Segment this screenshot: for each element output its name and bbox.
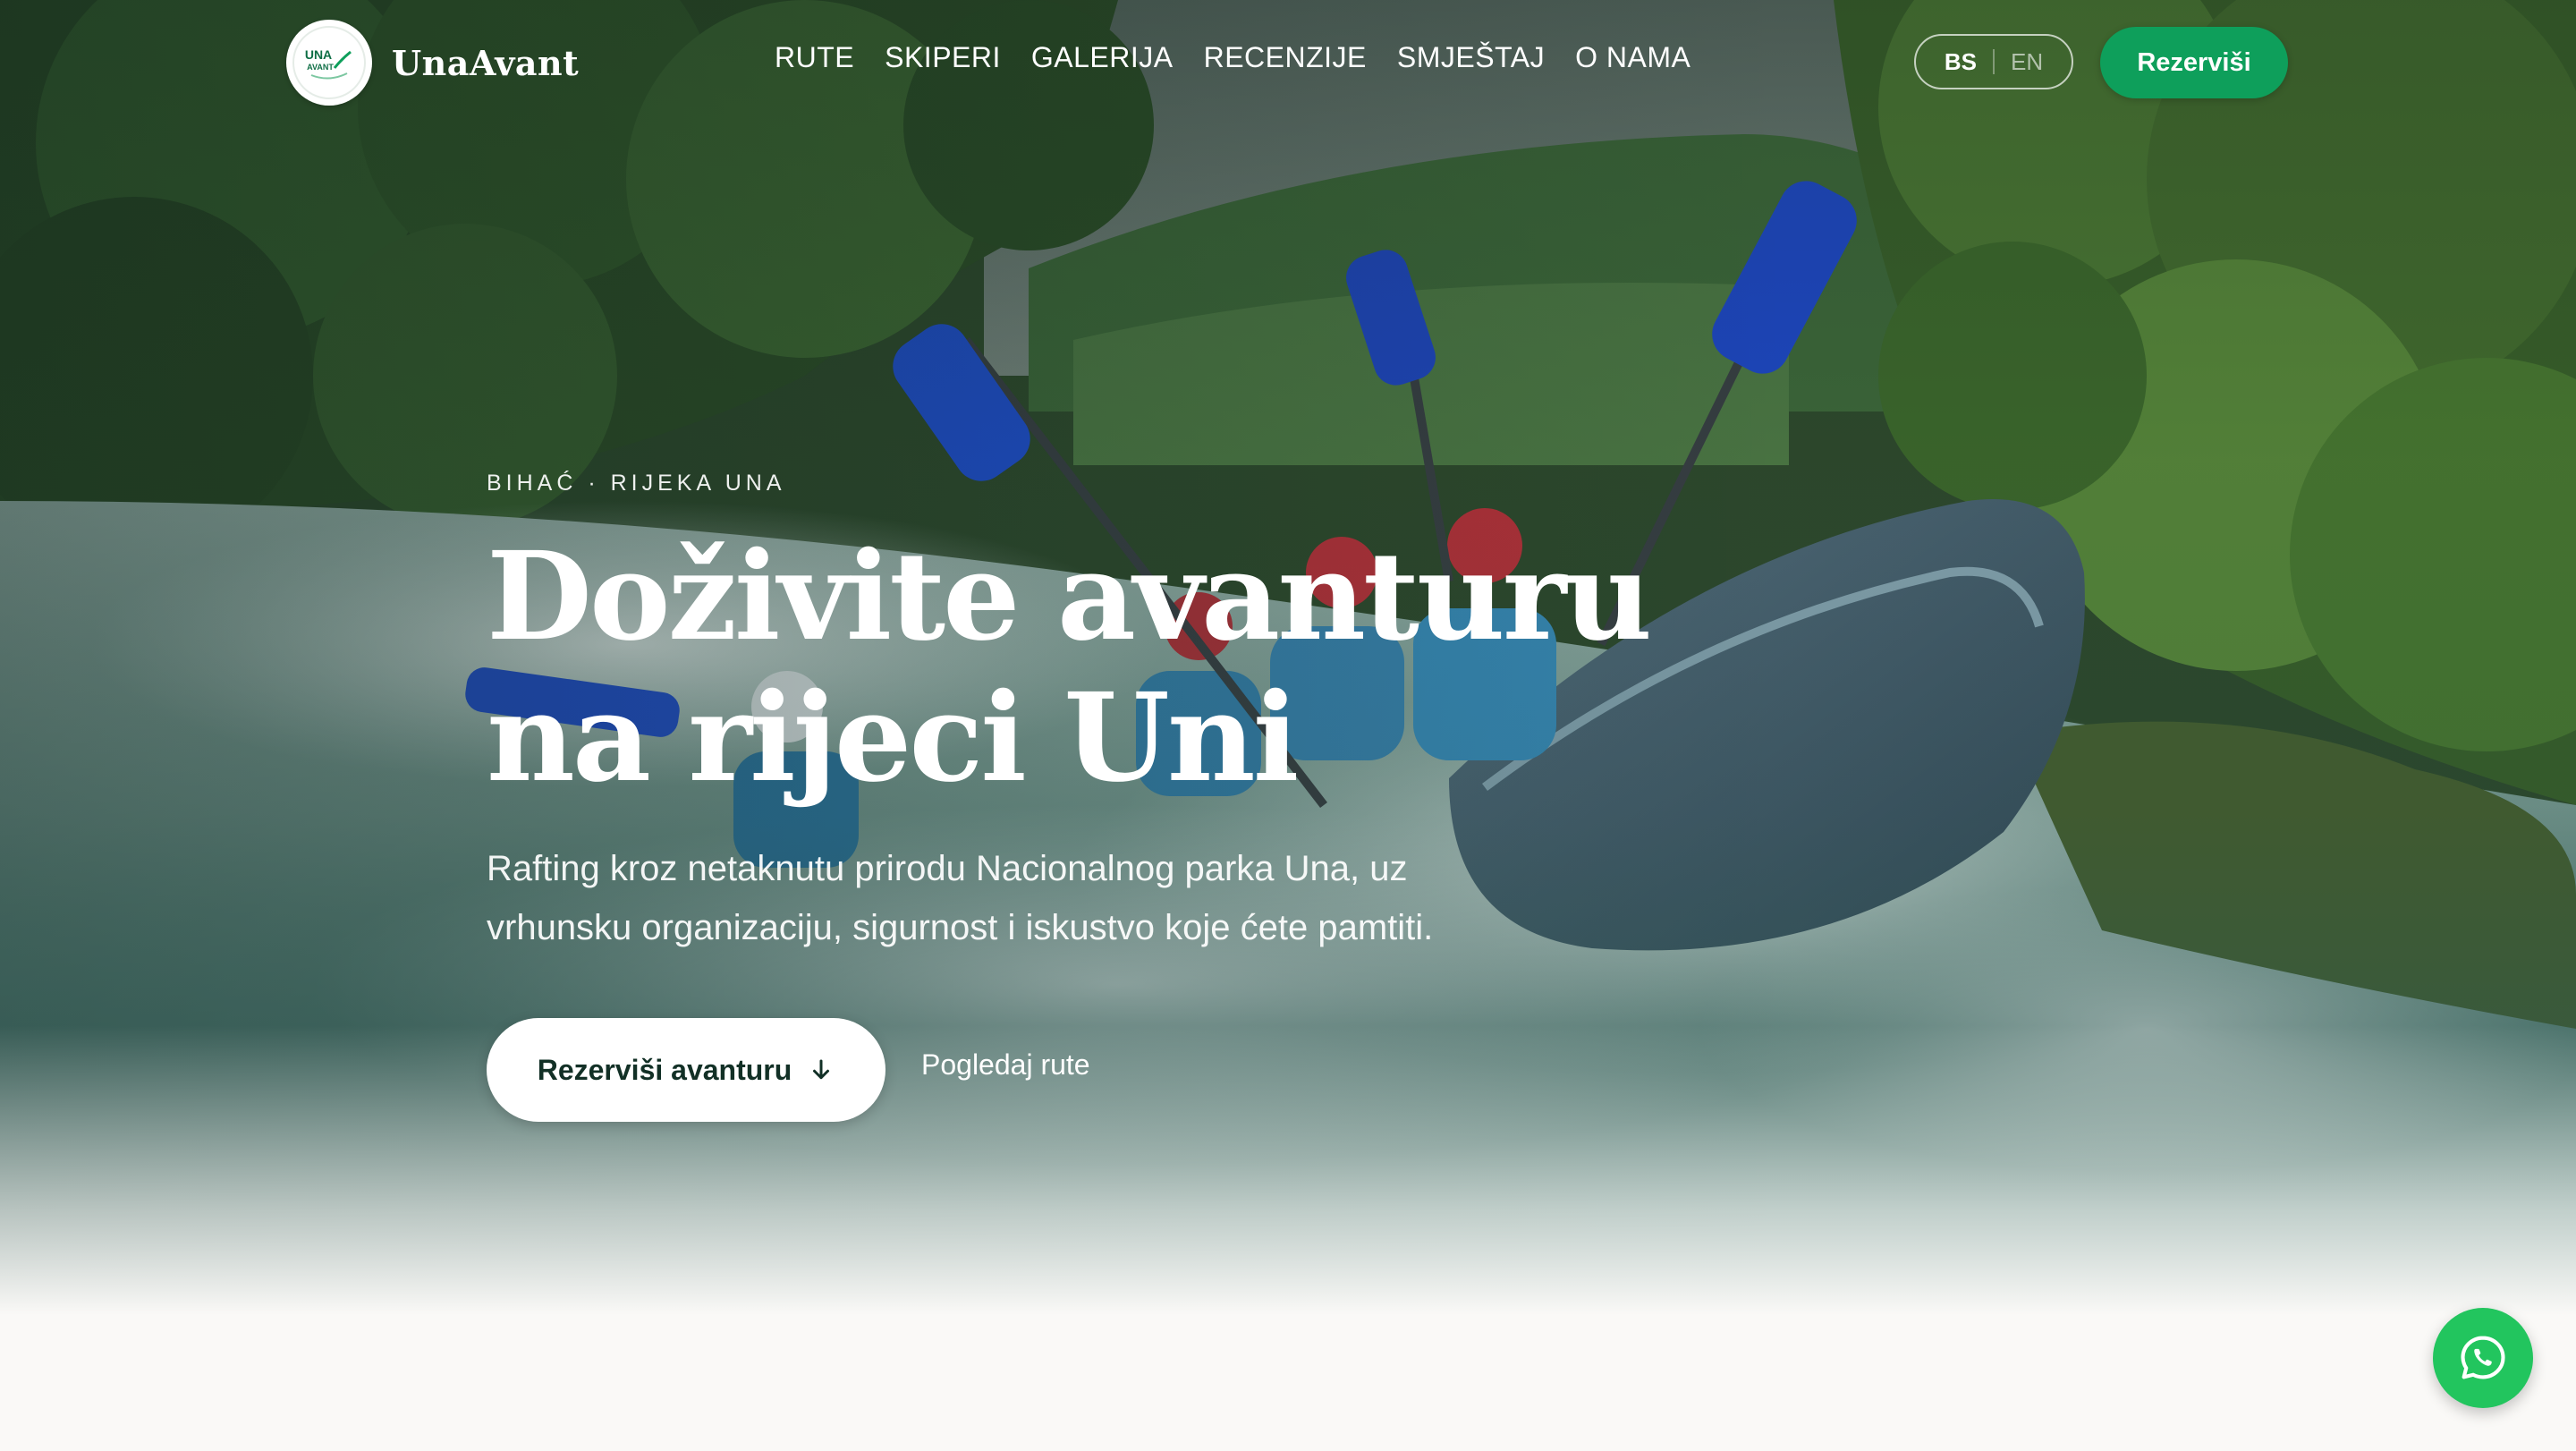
hero-title-line2: na rijeci Uni: [487, 666, 1299, 810]
logo-badge-line2: AVANT: [307, 63, 334, 72]
whatsapp-icon: [2461, 1336, 2505, 1379]
main-nav: RUTE SKIPERI GALERIJA RECENZIJE SMJEŠTAJ…: [775, 41, 1690, 74]
hero-title-line1: Doživite avanturu: [487, 525, 1652, 668]
language-switcher: BS EN: [1914, 34, 2073, 89]
nav-link-o-nama[interactable]: O NAMA: [1575, 41, 1690, 74]
nav-link-rute[interactable]: RUTE: [775, 41, 854, 74]
hero-title: Doživite avanturu na rijeci Uni: [487, 525, 1652, 810]
view-routes-link[interactable]: Pogledaj rute: [921, 1048, 1090, 1082]
lang-option-bs[interactable]: BS: [1945, 48, 1977, 76]
whatsapp-button[interactable]: [2433, 1308, 2533, 1408]
nav-link-smjestaj[interactable]: SMJEŠTAJ: [1397, 41, 1545, 74]
lang-option-en[interactable]: EN: [2011, 48, 2043, 76]
logo-emblem: UNA AVANT: [292, 26, 366, 99]
logo-badge-line1: UNA: [305, 47, 332, 62]
lang-divider: [1993, 49, 1995, 74]
hero-subtitle: Rafting kroz netaknutu prirodu Nacionaln…: [487, 849, 1434, 947]
brand-name: UnaAvant: [392, 42, 580, 83]
nav-link-galerija[interactable]: GALERIJA: [1031, 41, 1174, 74]
reserve-adventure-button[interactable]: Rezerviši avanturu: [487, 1018, 886, 1122]
una-avant-logo-icon: UNA AVANT: [286, 20, 372, 106]
brand-logo[interactable]: UNA AVANT UnaAvant: [286, 20, 579, 106]
nav-link-recenzije[interactable]: RECENZIJE: [1204, 41, 1367, 74]
reserve-adventure-label: Rezerviši avanturu: [537, 1053, 792, 1086]
hero-eyebrow: BIHAĆ · RIJEKA UNA: [487, 471, 786, 496]
arrow-down-icon: [813, 1059, 830, 1080]
nav-link-skiperi[interactable]: SKIPERI: [885, 41, 1001, 74]
reserve-button[interactable]: Rezerviši: [2100, 27, 2288, 98]
navbar: UNA AVANT UnaAvant RUTE SKIPERI GALERIJA…: [0, 0, 2576, 125]
landing-page: UNA AVANT UnaAvant RUTE SKIPERI GALERIJA…: [0, 0, 2576, 1451]
